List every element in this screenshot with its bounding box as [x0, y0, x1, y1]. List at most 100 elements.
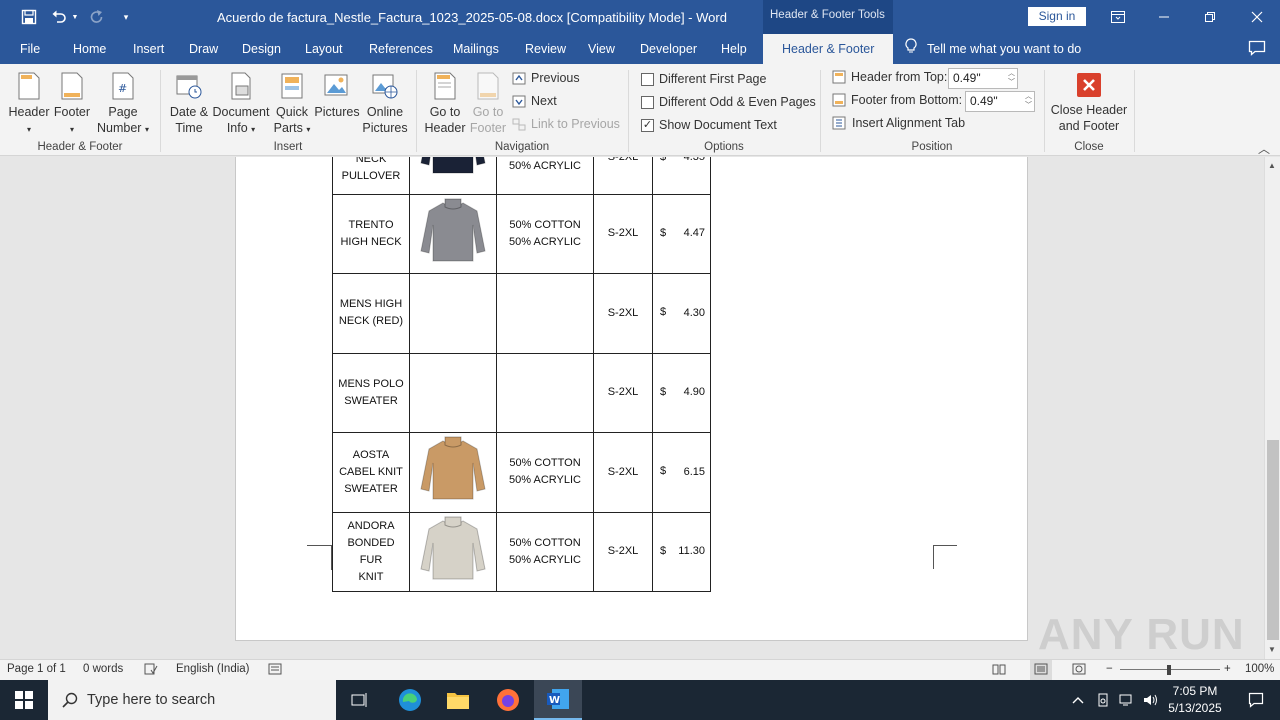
- product-name-cell[interactable]: NECK PULLOVER: [332, 157, 410, 195]
- price-cell[interactable]: $4.35: [652, 157, 711, 195]
- sign-in-button[interactable]: Sign in: [1028, 7, 1086, 26]
- table-row[interactable]: MENS HIGH NECK (RED) S-2XL $4.30: [332, 273, 711, 354]
- page-number-button[interactable]: # Page Number ▾: [94, 72, 152, 138]
- size-cell[interactable]: S-2XL: [593, 273, 653, 354]
- product-image-cell[interactable]: [409, 273, 497, 354]
- material-cell[interactable]: 50% ACRYLIC: [496, 157, 594, 195]
- word-count[interactable]: 0 words: [83, 663, 123, 675]
- minimize-icon[interactable]: [1141, 0, 1187, 34]
- different-odd-even-checkbox[interactable]: Different Odd & Even Pages: [641, 95, 816, 109]
- undo-icon[interactable]: [48, 0, 70, 34]
- material-cell[interactable]: 50% COTTON 50% ACRYLIC: [496, 432, 594, 513]
- tab-home[interactable]: Home: [73, 34, 106, 64]
- product-image-cell[interactable]: [409, 352, 497, 433]
- go-to-header-button[interactable]: Go to Header: [422, 72, 468, 136]
- undo-dropdown-icon[interactable]: ▼: [70, 0, 80, 34]
- accessibility-icon[interactable]: [268, 663, 282, 678]
- tab-review[interactable]: Review: [525, 34, 566, 64]
- zoom-in-icon[interactable]: +: [1224, 663, 1231, 675]
- tab-header-footer[interactable]: Header & Footer: [763, 34, 894, 64]
- document-area[interactable]: NECK PULLOVER 50% ACRYLIC S-2XL $4.35 TRENTO H…: [0, 157, 1264, 659]
- taskbar-search-box[interactable]: Type here to search: [48, 680, 336, 720]
- material-cell[interactable]: [496, 273, 594, 354]
- vertical-scrollbar[interactable]: ▲ ▼: [1264, 157, 1280, 659]
- tab-developer[interactable]: Developer: [640, 34, 697, 64]
- different-first-page-checkbox[interactable]: Different First Page: [641, 72, 766, 86]
- table-row[interactable]: TRENTO HIGH NECK 50% COTTON 50% ACRYLIC S-2X…: [332, 193, 711, 274]
- edge-browser-icon[interactable]: [386, 680, 434, 720]
- file-explorer-icon[interactable]: [434, 680, 482, 720]
- scroll-down-icon[interactable]: ▼: [1268, 645, 1276, 654]
- tab-mailings[interactable]: Mailings: [453, 34, 499, 64]
- tab-draw[interactable]: Draw: [189, 34, 218, 64]
- notification-icon[interactable]: [1232, 680, 1280, 720]
- firefox-icon[interactable]: [484, 680, 532, 720]
- size-cell[interactable]: S-2XL: [593, 432, 653, 513]
- footer-button[interactable]: Footer ▾: [52, 72, 92, 138]
- close-icon[interactable]: [1234, 0, 1280, 34]
- product-name-cell[interactable]: ANDORA BONDED FUR KNIT: [332, 511, 410, 592]
- insert-alignment-tab-button[interactable]: Insert Alignment Tab: [832, 116, 965, 130]
- product-name-cell[interactable]: TRENTO HIGH NECK: [332, 193, 410, 274]
- product-image-cell[interactable]: [409, 511, 497, 592]
- tab-help[interactable]: Help: [721, 34, 747, 64]
- size-cell[interactable]: S-2XL: [593, 193, 653, 274]
- zoom-level[interactable]: 100%: [1245, 663, 1274, 675]
- scroll-up-icon[interactable]: ▲: [1268, 161, 1276, 170]
- material-cell[interactable]: 50% COTTON 50% ACRYLIC: [496, 511, 594, 592]
- spinner-arrows-icon[interactable]: ︿ ﹀: [1008, 69, 1015, 87]
- comments-icon[interactable]: [1248, 40, 1266, 56]
- customize-qat-icon[interactable]: ▾: [118, 0, 134, 34]
- material-cell[interactable]: 50% COTTON 50% ACRYLIC: [496, 193, 594, 274]
- task-view-icon[interactable]: [336, 680, 384, 720]
- document-info-button[interactable]: Document Info ▾: [212, 72, 270, 138]
- ribbon-display-icon[interactable]: [1095, 0, 1141, 34]
- previous-button[interactable]: Previous: [512, 71, 580, 85]
- show-document-text-checkbox[interactable]: ✓ Show Document Text: [641, 118, 777, 132]
- header-from-top-spinner[interactable]: 0.49" ︿ ﹀: [948, 68, 1018, 89]
- table-row[interactable]: MENS POLO SWEATER S-2XL $4.90: [332, 352, 711, 433]
- product-name-cell[interactable]: AOSTA CABEL KNIT SWEATER: [332, 432, 410, 513]
- tab-layout[interactable]: Layout: [305, 34, 343, 64]
- tell-me-box[interactable]: Tell me what you want to do: [905, 34, 1081, 64]
- volume-icon[interactable]: [1140, 680, 1162, 720]
- product-name-cell[interactable]: MENS POLO SWEATER: [332, 352, 410, 433]
- network-icon[interactable]: [1115, 680, 1139, 720]
- go-to-footer-button[interactable]: Go to Footer: [468, 72, 508, 136]
- zoom-slider-thumb[interactable]: [1167, 665, 1171, 675]
- product-image-cell[interactable]: [409, 432, 497, 513]
- page-count[interactable]: Page 1 of 1: [7, 663, 66, 675]
- link-to-previous-button[interactable]: Link to Previous: [512, 117, 620, 131]
- price-cell[interactable]: $11.30: [652, 511, 711, 592]
- pictures-button[interactable]: Pictures: [314, 72, 360, 120]
- system-clock[interactable]: 7:05 PM 5/13/2025: [1162, 683, 1228, 717]
- language[interactable]: English (India): [176, 663, 250, 675]
- size-cell[interactable]: S-2XL: [593, 157, 653, 195]
- tab-view[interactable]: View: [588, 34, 615, 64]
- table-row[interactable]: AOSTA CABEL KNIT SWEATER 50% COTTON 50% ACRY…: [332, 432, 711, 513]
- redo-icon[interactable]: [86, 0, 108, 34]
- show-hidden-icons-icon[interactable]: [1066, 680, 1090, 720]
- table-row[interactable]: NECK PULLOVER 50% ACRYLIC S-2XL $4.35: [332, 157, 711, 195]
- read-mode-icon[interactable]: [992, 663, 1006, 678]
- collapse-ribbon-icon[interactable]: ︿: [1258, 140, 1270, 157]
- tab-references[interactable]: References: [369, 34, 433, 64]
- header-button[interactable]: Header ▾: [8, 72, 50, 138]
- table-row[interactable]: ANDORA BONDED FUR KNIT 50% COTTON 50% ACRYLI…: [332, 511, 711, 592]
- zoom-out-icon[interactable]: −: [1106, 663, 1113, 675]
- product-name-cell[interactable]: MENS HIGH NECK (RED): [332, 273, 410, 354]
- product-image-cell[interactable]: [409, 157, 497, 195]
- scroll-thumb[interactable]: [1267, 440, 1279, 640]
- date-time-button[interactable]: Date & Time: [166, 72, 212, 136]
- save-icon[interactable]: [16, 0, 42, 34]
- web-layout-icon[interactable]: [1072, 663, 1086, 678]
- spinner-arrows-icon[interactable]: ︿ ﹀: [1025, 92, 1032, 110]
- size-cell[interactable]: S-2XL: [593, 511, 653, 592]
- document-page[interactable]: NECK PULLOVER 50% ACRYLIC S-2XL $4.35 TRENTO H…: [235, 157, 1028, 641]
- price-cell[interactable]: $4.47: [652, 193, 711, 274]
- tab-insert[interactable]: Insert: [133, 34, 164, 64]
- online-pictures-button[interactable]: Online Pictures: [362, 72, 408, 136]
- tab-design[interactable]: Design: [242, 34, 281, 64]
- material-cell[interactable]: [496, 352, 594, 433]
- proofing-icon[interactable]: [144, 663, 158, 678]
